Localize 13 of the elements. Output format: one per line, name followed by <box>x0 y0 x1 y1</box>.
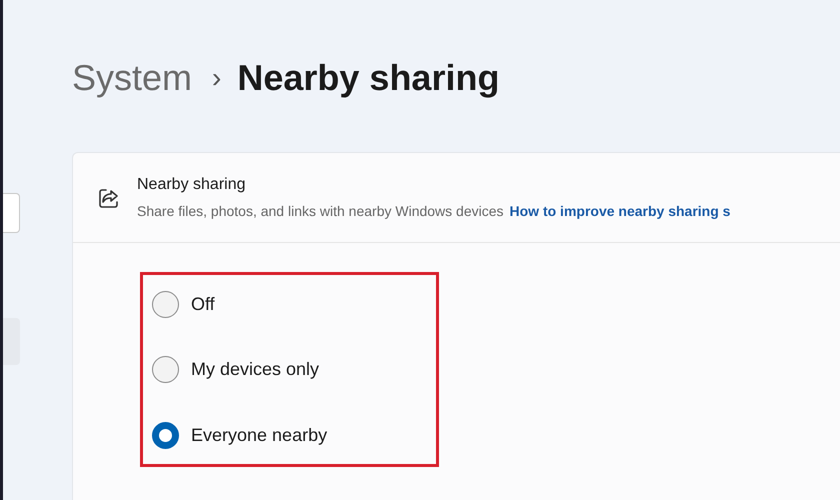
setting-title: Nearby sharing <box>137 175 246 195</box>
help-link[interactable]: How to improve nearby sharing s <box>510 201 730 222</box>
radio-button[interactable] <box>152 356 179 383</box>
setting-description: Share files, photos, and links with nearby Windows devices <box>137 202 504 221</box>
radio-option[interactable]: My devices only <box>152 354 436 386</box>
breadcrumb-parent[interactable]: System <box>72 51 192 105</box>
radio-button[interactable] <box>152 422 179 448</box>
radio-option[interactable]: Off <box>152 288 436 320</box>
radio-button[interactable] <box>152 290 179 318</box>
breadcrumb-separator: › <box>212 61 222 95</box>
search-field[interactable] <box>3 193 20 233</box>
radio-option[interactable]: Everyone nearby <box>152 419 436 451</box>
page-title: Nearby sharing <box>237 56 500 100</box>
